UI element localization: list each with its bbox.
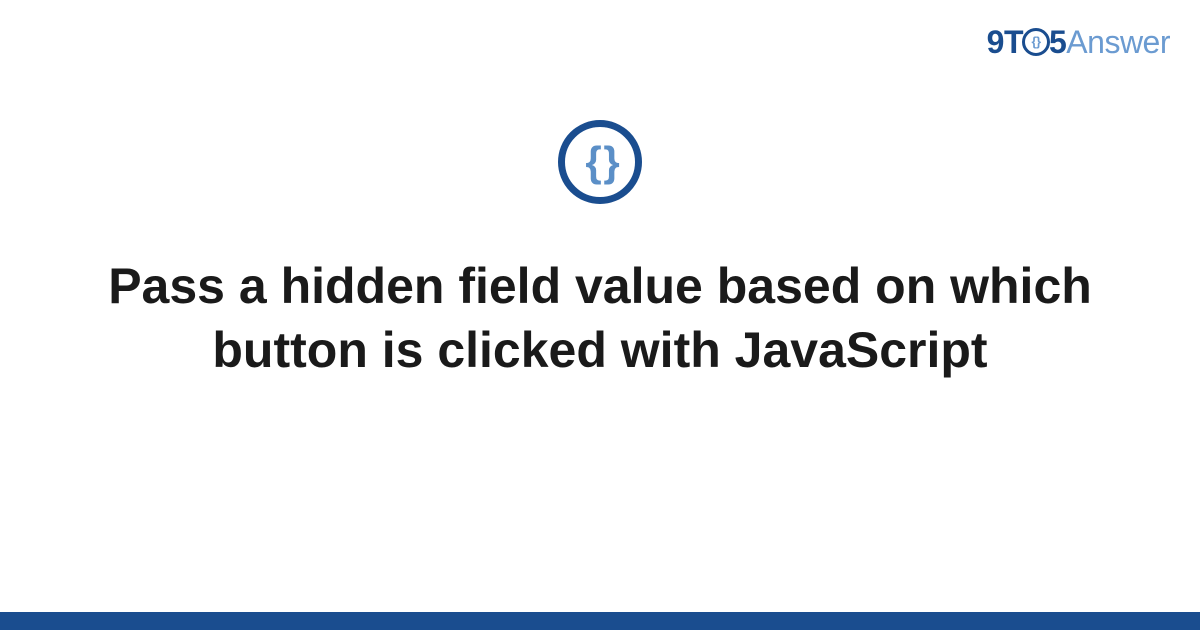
question-title: Pass a hidden field value based on which… — [100, 254, 1100, 382]
logo-circle-braces: {} — [1031, 34, 1040, 49]
site-logo: 9T {} 5Answer — [987, 24, 1170, 61]
logo-text-9t: 9T — [987, 24, 1023, 60]
logo-text-5: 5 — [1049, 24, 1066, 60]
logo-circle-icon: {} — [1022, 28, 1050, 56]
logo-text-answer: Answer — [1066, 24, 1170, 60]
footer-bar — [0, 612, 1200, 630]
code-braces-icon: { } — [585, 138, 614, 186]
main-content: { } Pass a hidden field value based on w… — [0, 120, 1200, 382]
category-icon-circle: { } — [558, 120, 642, 204]
